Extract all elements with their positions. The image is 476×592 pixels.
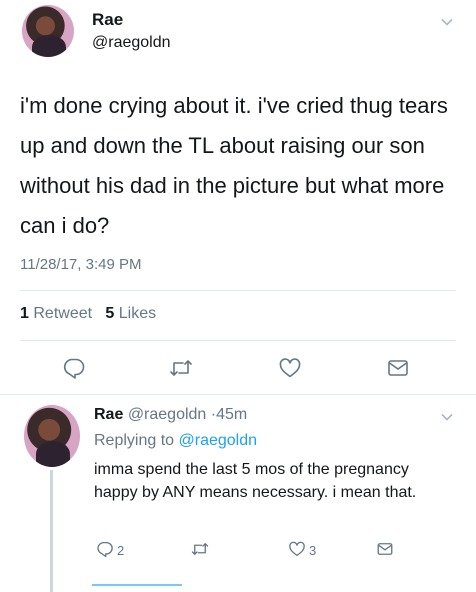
display-name[interactable]: Rae xyxy=(94,406,123,423)
tweet-text: imma spend the last 5 mos of the pregnan… xyxy=(94,461,417,501)
envelope-icon xyxy=(386,356,410,380)
like-button[interactable] xyxy=(278,356,302,380)
heart-icon xyxy=(288,540,306,561)
retweet-label[interactable]: Retweet xyxy=(33,305,92,322)
handle[interactable]: @raegoldn xyxy=(128,406,207,423)
handle[interactable]: @raegoldn xyxy=(92,34,171,52)
reply-button[interactable]: 2 xyxy=(96,540,124,561)
retweet-button[interactable] xyxy=(168,356,194,380)
like-label[interactable]: Likes xyxy=(119,305,156,322)
envelope-icon xyxy=(376,540,394,561)
reply-header: Rae @raegoldn ·45m xyxy=(94,406,247,424)
direct-message-button[interactable] xyxy=(376,540,394,561)
avatar[interactable] xyxy=(24,405,80,467)
cut-off-content xyxy=(92,584,182,592)
retweet-icon xyxy=(168,356,194,380)
like-button[interactable]: 3 xyxy=(288,540,316,561)
main-tweet: Rae @raegoldn i'm done crying about it. … xyxy=(0,0,476,395)
chevron-down-icon[interactable] xyxy=(440,15,454,29)
like-count[interactable]: 5 xyxy=(105,305,114,322)
timestamp[interactable]: 11/28/17, 3:49 PM xyxy=(20,256,141,273)
reply-button[interactable] xyxy=(62,356,86,380)
replying-to-link[interactable]: @raegoldn xyxy=(179,432,258,449)
retweet-button[interactable] xyxy=(190,540,210,561)
divider xyxy=(20,340,456,341)
divider xyxy=(0,394,476,395)
reply-icon xyxy=(96,540,114,561)
like-count: 3 xyxy=(309,543,317,558)
thread-line xyxy=(50,470,53,592)
tweet-age[interactable]: 45m xyxy=(216,406,247,423)
divider xyxy=(20,290,456,291)
tweet-text: i'm done crying about it. i've cried thu… xyxy=(20,93,448,238)
engagement-stats: 1 Retweet 5 Likes xyxy=(20,305,156,323)
replying-to: Replying to @raegoldn xyxy=(94,432,257,450)
reply-icon xyxy=(62,356,86,380)
replying-prefix: Replying to xyxy=(94,432,175,449)
retweet-count[interactable]: 1 xyxy=(20,305,29,322)
reply-count: 2 xyxy=(117,543,125,558)
avatar[interactable] xyxy=(22,5,74,57)
display-name[interactable]: Rae xyxy=(92,10,123,30)
chevron-down-icon[interactable] xyxy=(440,410,454,424)
retweet-icon xyxy=(190,540,210,561)
direct-message-button[interactable] xyxy=(386,356,410,380)
heart-icon xyxy=(278,356,302,380)
